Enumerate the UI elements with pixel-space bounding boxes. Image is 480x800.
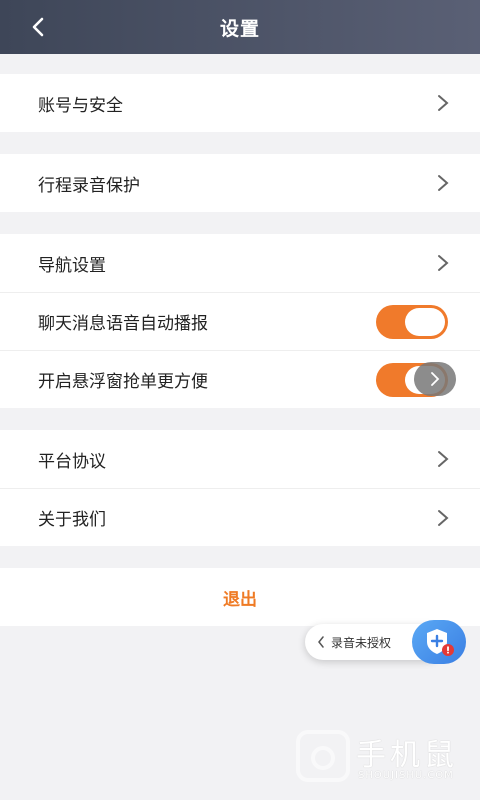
section-account: 账号与安全	[0, 74, 480, 132]
row-label: 行程录音保护	[38, 175, 140, 196]
chevron-right-icon	[438, 255, 449, 271]
logout-button[interactable]: 退出	[0, 568, 480, 626]
back-arrow-icon[interactable]	[28, 16, 50, 38]
row-label: 导航设置	[38, 255, 106, 276]
row-trip-recording[interactable]: 行程录音保护	[0, 154, 480, 212]
chevron-right-icon	[438, 175, 449, 191]
section-trip: 行程录音保护	[0, 154, 480, 212]
row-label: 账号与安全	[38, 95, 123, 116]
row-about-us[interactable]: 关于我们	[0, 488, 480, 546]
row-chat-voice: 聊天消息语音自动播报	[0, 292, 480, 350]
watermark-brand: 手机鼠	[356, 738, 458, 773]
row-label: 关于我们	[38, 510, 106, 530]
chevron-right-icon	[431, 372, 440, 386]
chevron-right-icon	[438, 510, 449, 526]
safety-shield-button[interactable]	[412, 620, 466, 664]
row-account-security[interactable]: 账号与安全	[0, 74, 480, 132]
row-navigation-settings[interactable]: 导航设置	[0, 234, 480, 292]
floating-expand-button[interactable]	[414, 362, 456, 396]
watermark-url: SHOUJISHU.COM	[358, 770, 454, 781]
top-bar: 设置	[0, 0, 480, 54]
row-float-window: 开启悬浮窗抢单更方便	[0, 350, 480, 408]
recording-status-label: 录音未授权	[331, 635, 392, 650]
toggle-knob	[405, 308, 445, 336]
shield-icon	[427, 629, 454, 656]
chevron-right-icon	[438, 95, 449, 111]
section-info: 平台协议 关于我们	[0, 430, 480, 546]
chevron-left-icon	[318, 636, 324, 648]
row-label: 开启悬浮窗抢单更方便	[38, 372, 208, 392]
chat-voice-toggle[interactable]	[376, 305, 448, 339]
chevron-right-icon	[438, 451, 449, 467]
row-label: 聊天消息语音自动播报	[38, 314, 208, 334]
row-platform-agreement[interactable]: 平台协议	[0, 430, 480, 488]
page-title: 设置	[219, 17, 260, 40]
row-label: 平台协议	[38, 451, 106, 472]
section-preferences: 导航设置 聊天消息语音自动播报 开启悬浮窗抢单更方便	[0, 234, 480, 408]
